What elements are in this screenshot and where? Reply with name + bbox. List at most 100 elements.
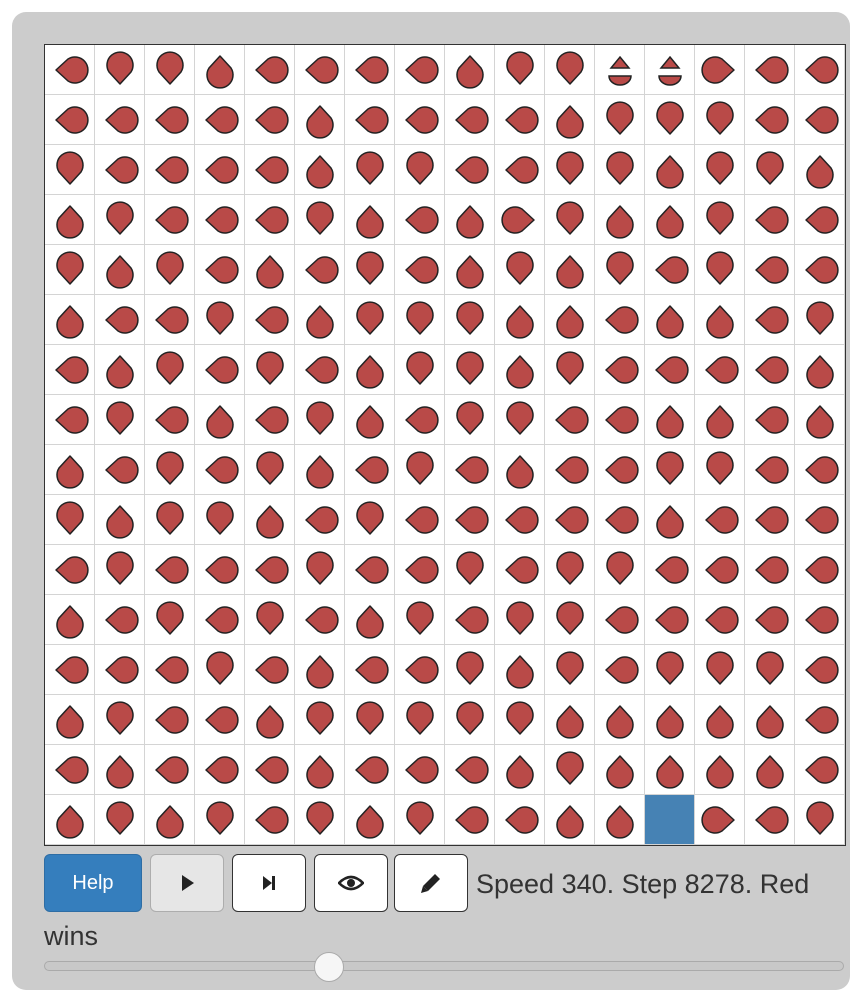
board-cell[interactable]	[345, 495, 395, 545]
board-cell[interactable]	[545, 645, 595, 695]
board-cell[interactable]	[195, 345, 245, 395]
board-cell[interactable]	[95, 295, 145, 345]
board-cell[interactable]	[45, 495, 95, 545]
board-cell[interactable]	[445, 345, 495, 395]
board-cell[interactable]	[795, 145, 845, 195]
board-cell[interactable]	[595, 245, 645, 295]
board-cell[interactable]	[395, 645, 445, 695]
board-cell[interactable]	[45, 695, 95, 745]
board-cell[interactable]	[45, 195, 95, 245]
board-cell[interactable]	[595, 345, 645, 395]
board-cell[interactable]	[695, 645, 745, 695]
board-cell[interactable]	[195, 195, 245, 245]
board-cell[interactable]	[45, 295, 95, 345]
board-cell[interactable]	[795, 195, 845, 245]
board-cell[interactable]	[795, 795, 845, 845]
board-cell[interactable]	[445, 145, 495, 195]
board-cell[interactable]	[495, 445, 545, 495]
board-cell[interactable]	[295, 595, 345, 645]
board-cell[interactable]	[595, 145, 645, 195]
board-cell[interactable]	[345, 445, 395, 495]
board-cell[interactable]	[495, 45, 545, 95]
board-cell[interactable]	[295, 345, 345, 395]
board-cell[interactable]	[245, 145, 295, 195]
board-cell[interactable]	[645, 345, 695, 395]
board-cell[interactable]	[645, 295, 695, 345]
board-cell[interactable]	[245, 45, 295, 95]
board-cell[interactable]	[395, 245, 445, 295]
board-cell[interactable]	[745, 695, 795, 745]
board-cell[interactable]	[45, 145, 95, 195]
board-cell[interactable]	[595, 495, 645, 545]
board-cell[interactable]	[645, 45, 695, 95]
board-cell[interactable]	[95, 695, 145, 745]
board-cell[interactable]	[395, 445, 445, 495]
board-cell[interactable]	[395, 595, 445, 645]
board-cell[interactable]	[545, 195, 595, 245]
board-cell[interactable]	[195, 745, 245, 795]
board-cell[interactable]	[445, 495, 495, 545]
board-cell[interactable]	[545, 145, 595, 195]
board-cell[interactable]	[95, 45, 145, 95]
board-cell[interactable]	[545, 245, 595, 295]
board-cell[interactable]	[695, 545, 745, 595]
board-cell[interactable]	[545, 745, 595, 795]
board-cell[interactable]	[145, 195, 195, 245]
board-cell[interactable]	[595, 545, 645, 595]
board-cell[interactable]	[445, 545, 495, 595]
board-cell[interactable]	[495, 195, 545, 245]
board-cell[interactable]	[345, 745, 395, 795]
board-cell[interactable]	[295, 695, 345, 745]
board-cell[interactable]	[295, 95, 345, 145]
board-cell[interactable]	[495, 745, 545, 795]
board-cell[interactable]	[145, 445, 195, 495]
board-cell[interactable]	[495, 295, 545, 345]
board-cell[interactable]	[395, 545, 445, 595]
board-cell[interactable]	[745, 95, 795, 145]
board-cell[interactable]	[745, 595, 795, 645]
board-cell[interactable]	[795, 345, 845, 395]
board-cell[interactable]	[695, 495, 745, 545]
board-cell[interactable]	[295, 645, 345, 695]
board-cell[interactable]	[45, 545, 95, 595]
board-cell[interactable]	[245, 595, 295, 645]
board-cell[interactable]	[495, 645, 545, 695]
board-cell[interactable]	[445, 245, 495, 295]
board-cell[interactable]	[95, 195, 145, 245]
board-cell[interactable]	[445, 795, 495, 845]
board-cell[interactable]	[295, 45, 345, 95]
board-cell[interactable]	[495, 695, 545, 745]
board-cell[interactable]	[295, 745, 345, 795]
board-cell[interactable]	[345, 695, 395, 745]
board-cell[interactable]	[545, 545, 595, 595]
board-cell[interactable]	[545, 45, 595, 95]
board-cell[interactable]	[295, 245, 345, 295]
board-cell[interactable]	[645, 395, 695, 445]
board-cell[interactable]	[645, 95, 695, 145]
board-cell[interactable]	[95, 395, 145, 445]
board-cell[interactable]	[795, 395, 845, 445]
board-cell[interactable]	[595, 595, 645, 645]
board-cell[interactable]	[145, 395, 195, 445]
board-cell[interactable]	[495, 595, 545, 645]
board-cell[interactable]	[145, 745, 195, 795]
board-cell[interactable]	[545, 595, 595, 645]
board-cell[interactable]	[345, 645, 395, 695]
board-cell[interactable]	[245, 245, 295, 295]
board-cell[interactable]	[245, 695, 295, 745]
board-cell[interactable]	[695, 745, 745, 795]
board-cell[interactable]	[245, 745, 295, 795]
board-cell[interactable]	[645, 195, 695, 245]
board-cell[interactable]	[95, 545, 145, 595]
board-cell[interactable]	[395, 695, 445, 745]
board-cell[interactable]	[295, 445, 345, 495]
board-cell[interactable]	[545, 795, 595, 845]
board-cell[interactable]	[45, 445, 95, 495]
board-cell[interactable]	[745, 145, 795, 195]
game-board[interactable]	[44, 44, 846, 846]
board-cell[interactable]	[95, 245, 145, 295]
board-cell[interactable]	[45, 745, 95, 795]
board-cell[interactable]	[345, 295, 395, 345]
board-cell[interactable]	[295, 195, 345, 245]
board-cell[interactable]	[445, 445, 495, 495]
